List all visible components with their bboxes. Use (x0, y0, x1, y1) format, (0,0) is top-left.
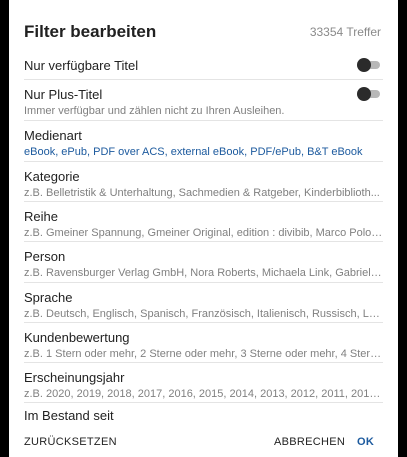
filter-label: Kundenbewertung (24, 330, 130, 345)
dialog-actions: ZURÜCKSETZEN ABBRECHEN OK (13, 431, 394, 455)
filter-label: Erscheinungsjahr (24, 370, 125, 385)
filter-label: Reihe (24, 209, 58, 224)
cancel-button[interactable]: ABBRECHEN (274, 436, 345, 448)
toggle-sub-plus: Immer verfügbar und zählen nicht zu Ihre… (24, 105, 285, 117)
filter-row-medienart[interactable]: Medienart eBook, ePub, PDF over ACS, ext… (24, 124, 383, 162)
toggle-row-available[interactable]: Nur verfügbare Titel (24, 54, 383, 80)
filter-value: eBook, ePub, PDF over ACS, external eBoo… (24, 146, 363, 158)
filter-hint: z.B. Ravensburger Verlag GmbH, Nora Robe… (24, 267, 383, 279)
filter-row-im-bestand-seit[interactable]: Im Bestand seit (24, 404, 383, 428)
toggle-label-plus: Nur Plus-Titel (24, 87, 103, 102)
screen-edge-left (0, 0, 9, 457)
switch-available[interactable] (357, 58, 381, 72)
filter-row-sprache[interactable]: Sprache z.B. Deutsch, Englisch, Spanisch… (24, 286, 383, 323)
filter-row-reihe[interactable]: Reihe z.B. Gmeiner Spannung, Gmeiner Ori… (24, 205, 383, 242)
switch-plus[interactable] (357, 87, 381, 101)
filter-label: Person (24, 249, 66, 264)
filter-label: Medienart (24, 128, 82, 143)
result-count: 33354 Treffer (309, 25, 381, 39)
dialog-title: Filter bearbeiten (24, 22, 157, 41)
filter-hint: z.B. Deutsch, Englisch, Spanisch, Franzö… (24, 308, 383, 320)
ok-button[interactable]: OK (357, 436, 374, 448)
filter-hint: z.B. Belletristik & Unterhaltung, Sachme… (24, 187, 380, 199)
dialog-header: Filter bearbeiten 33354 Treffer (24, 19, 381, 45)
filter-row-person[interactable]: Person z.B. Ravensburger Verlag GmbH, No… (24, 245, 383, 283)
switch-knob (357, 87, 371, 101)
screen-edge-right (398, 0, 407, 457)
filter-label: Im Bestand seit (24, 408, 114, 423)
filter-label: Sprache (24, 290, 73, 305)
filter-hint: z.B. 1 Stern oder mehr, 2 Sterne oder me… (24, 348, 383, 360)
filter-row-kundenbewertung[interactable]: Kundenbewertung z.B. 1 Stern oder mehr, … (24, 326, 383, 363)
filter-row-erscheinungsjahr[interactable]: Erscheinungsjahr z.B. 2020, 2019, 2018, … (24, 366, 383, 403)
filter-dialog: Filter bearbeiten 33354 Treffer Nur verf… (13, 0, 394, 457)
switch-knob (357, 58, 371, 72)
filter-label: Kategorie (24, 169, 80, 184)
filter-hint: z.B. 2020, 2019, 2018, 2017, 2016, 2015,… (24, 388, 383, 400)
toggle-row-plus[interactable]: Nur Plus-Titel Immer verfügbar und zähle… (24, 83, 383, 121)
filter-hint: z.B. Gmeiner Spannung, Gmeiner Original,… (24, 227, 383, 239)
filter-row-kategorie[interactable]: Kategorie z.B. Belletristik & Unterhaltu… (24, 165, 383, 202)
toggle-label-available: Nur verfügbare Titel (24, 58, 139, 73)
reset-button[interactable]: ZURÜCKSETZEN (24, 436, 117, 448)
